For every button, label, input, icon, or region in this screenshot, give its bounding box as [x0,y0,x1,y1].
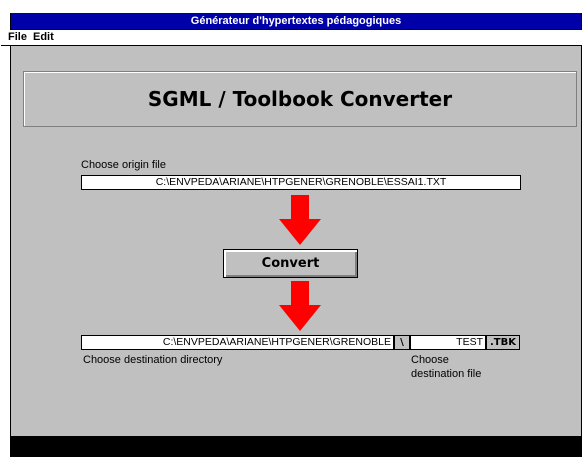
destination-file-field[interactable]: TEST [410,335,486,350]
path-separator: \ [394,335,410,350]
menu-edit[interactable]: Edit [33,31,54,43]
origin-file-label: Choose origin file [81,159,166,171]
origin-file-field[interactable]: C:\ENVPEDA\ARIANE\HTPGENER\GRENOBLE\ESSA… [81,175,521,190]
destination-file-label-line2: destination file [411,368,482,380]
destination-file-label-line1: Choose [411,354,449,366]
status-bar [11,436,581,457]
convert-button[interactable]: Convert [223,249,358,278]
red-down-arrow-icon [279,281,321,331]
red-down-arrow-icon [279,195,321,245]
file-extension-badge: .TBK [486,335,520,350]
header-panel: SGML / Toolbook Converter [23,71,577,127]
page-title: SGML / Toolbook Converter [147,87,453,111]
destination-directory-field[interactable]: C:\ENVPEDA\ARIANE\HTPGENER\GRENOBLE [81,335,394,350]
menu-bar: File Edit [1,30,582,46]
destination-directory-label: Choose destination directory [83,354,223,366]
app-window: Générateur d'hypertextes pédagogiques Fi… [1,13,582,457]
desktop-edge [0,0,10,457]
menu-file[interactable]: File [8,31,27,43]
window-title: Générateur d'hypertextes pédagogiques [11,13,581,30]
